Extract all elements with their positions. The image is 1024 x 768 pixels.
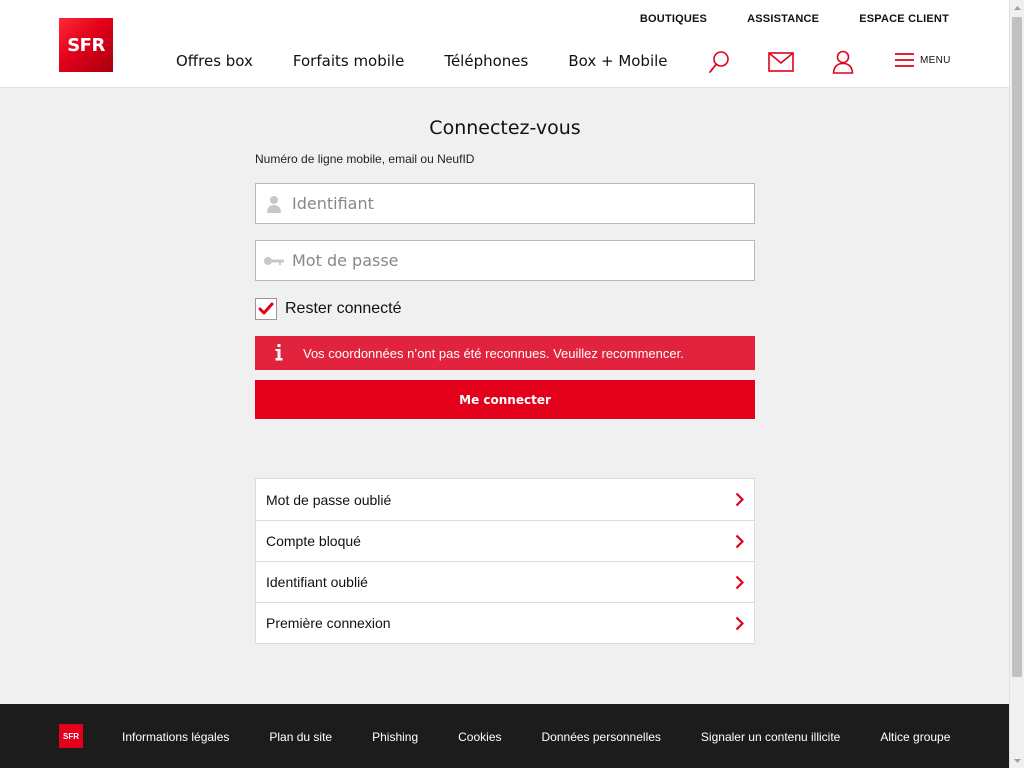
menu-icon <box>895 53 914 67</box>
nav-offres-box[interactable]: Offres box <box>176 52 253 70</box>
info-icon <box>255 344 303 362</box>
link-label: Compte bloqué <box>266 533 361 549</box>
link-label: Première connexion <box>266 615 391 631</box>
identifier-label: Numéro de ligne mobile, email ou NeufID <box>255 152 475 166</box>
user-icon <box>832 50 854 74</box>
search-button[interactable] <box>706 49 732 75</box>
site-header: SFR BOUTIQUES ASSISTANCE ESPACE CLIENT O… <box>0 0 1009 88</box>
search-icon <box>709 51 729 73</box>
sfr-logo[interactable]: SFR <box>59 18 113 72</box>
footer-logo[interactable]: SFR <box>59 724 83 748</box>
link-label: Identifiant oublié <box>266 574 368 590</box>
vertical-scrollbar[interactable] <box>1009 0 1024 768</box>
checkmark-icon <box>258 302 274 315</box>
footer-link-personal-data[interactable]: Données personnelles <box>542 730 661 744</box>
main-nav: Offres box Forfaits mobile Téléphones Bo… <box>176 52 708 70</box>
footer-link-phishing[interactable]: Phishing <box>372 730 418 744</box>
error-message: Vos coordonnées n’ont pas été reconnues.… <box>303 345 684 361</box>
menu-label: MENU <box>920 54 951 66</box>
footer-link-altice[interactable]: Altice groupe <box>880 730 950 744</box>
account-button[interactable] <box>830 49 856 75</box>
chevron-right-icon <box>735 492 744 507</box>
link-forgot-password[interactable]: Mot de passe oublié <box>256 479 754 520</box>
arrow-down-icon <box>1014 758 1021 763</box>
footer-links: Informations légales Plan du site Phishi… <box>122 730 990 744</box>
nav-forfaits-mobile[interactable]: Forfaits mobile <box>293 52 404 70</box>
site-footer: SFR Informations légales Plan du site Ph… <box>0 704 1009 768</box>
login-button[interactable]: Me connecter <box>255 380 755 419</box>
help-links: Mot de passe oublié Compte bloqué Identi… <box>255 478 755 644</box>
arrow-up-icon <box>1014 5 1021 10</box>
menu-button[interactable]: MENU <box>895 52 951 68</box>
username-field <box>255 183 755 224</box>
remember-me[interactable]: Rester connecté <box>255 298 402 320</box>
footer-link-cookies[interactable]: Cookies <box>458 730 501 744</box>
scroll-thumb[interactable] <box>1012 17 1022 677</box>
link-forgot-identifier[interactable]: Identifiant oublié <box>256 561 754 602</box>
chevron-right-icon <box>735 575 744 589</box>
password-input[interactable] <box>292 251 732 270</box>
link-label: Mot de passe oublié <box>266 491 392 508</box>
nav-box-mobile[interactable]: Box + Mobile <box>568 52 667 70</box>
error-banner: Vos coordonnées n’ont pas été reconnues.… <box>255 336 755 370</box>
link-first-connection[interactable]: Première connexion <box>256 602 754 643</box>
top-link-assistance[interactable]: ASSISTANCE <box>747 13 819 25</box>
scroll-down-button[interactable] <box>1010 753 1024 768</box>
person-icon <box>256 195 292 213</box>
scroll-up-button[interactable] <box>1010 0 1024 15</box>
footer-link-legal[interactable]: Informations légales <box>122 730 229 744</box>
chevron-right-icon <box>735 534 744 548</box>
footer-link-sitemap[interactable]: Plan du site <box>269 730 332 744</box>
top-link-boutiques[interactable]: BOUTIQUES <box>640 13 707 25</box>
password-field <box>255 240 755 281</box>
mail-icon <box>768 52 794 72</box>
link-account-blocked[interactable]: Compte bloqué <box>256 520 754 561</box>
page-title: Connectez-vous <box>429 117 581 139</box>
username-input[interactable] <box>292 194 732 213</box>
top-link-espace-client[interactable]: ESPACE CLIENT <box>859 13 949 25</box>
nav-telephones[interactable]: Téléphones <box>444 52 528 70</box>
chevron-right-icon <box>735 616 744 630</box>
mail-button[interactable] <box>768 49 794 75</box>
key-icon <box>256 256 292 266</box>
remember-checkbox[interactable] <box>255 298 277 320</box>
top-links: BOUTIQUES ASSISTANCE ESPACE CLIENT <box>600 13 949 25</box>
footer-link-report-content[interactable]: Signaler un contenu illicite <box>701 730 840 744</box>
remember-label: Rester connecté <box>285 300 402 317</box>
